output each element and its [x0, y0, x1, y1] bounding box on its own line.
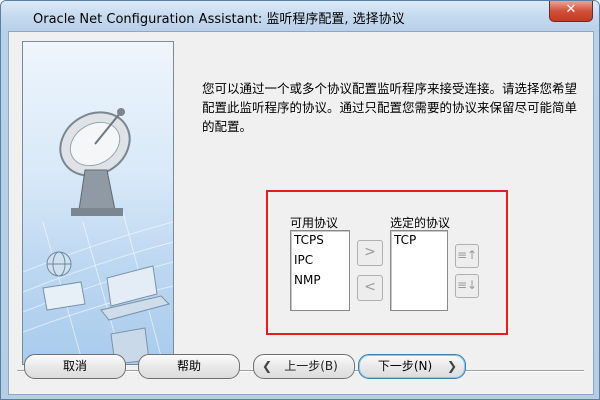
next-button-label: 下一步(N) — [377, 359, 433, 373]
selected-protocols-list[interactable]: TCP — [390, 230, 448, 311]
move-down-button[interactable]: ≡↓ — [455, 274, 479, 298]
back-button[interactable]: ❮ 上一步(B) — [253, 354, 355, 379]
protocol-item-nmp[interactable]: NMP — [294, 273, 321, 287]
chevron-left-icon: ❮ — [262, 359, 273, 373]
chevron-right-icon: ❯ — [446, 359, 457, 373]
add-protocol-button[interactable]: > — [357, 240, 383, 266]
cancel-button[interactable]: 取消 — [24, 354, 126, 379]
laptop-icon — [100, 265, 170, 321]
selected-protocols-label: 选定的协议 — [390, 216, 451, 230]
window-title: Oracle Net Configuration Assistant: 监听程序… — [33, 12, 405, 27]
step-description: 您可以通过一个或多个协议配置监听程序来接受连接。请选择您希望配置此监听程序的协议… — [202, 81, 578, 134]
help-button[interactable]: 帮助 — [138, 354, 240, 379]
move-up-button[interactable]: ≡↑ — [455, 244, 479, 268]
next-button[interactable]: 下一步(N) ❯ — [358, 354, 466, 379]
satellite-dish-illustration — [23, 108, 173, 364]
dialog-content: 您可以通过一个或多个协议配置监听程序来接受连接。请选择您希望配置此监听程序的协议… — [8, 31, 594, 395]
title-bar: Oracle Net Configuration Assistant: 监听程序… — [1, 1, 599, 31]
remove-protocol-button[interactable]: < — [357, 275, 383, 301]
satellite-dish-icon — [59, 108, 131, 216]
back-button-label: 上一步(B) — [284, 359, 338, 373]
protocol-item-tcps[interactable]: TCPS — [294, 233, 324, 247]
available-protocols-list[interactable]: TCPS IPC NMP — [290, 230, 350, 311]
close-button[interactable]: ✕ — [549, 1, 593, 22]
available-protocols-label: 可用协议 — [290, 216, 339, 230]
protocol-item-ipc[interactable]: IPC — [294, 253, 313, 267]
network-globe-icon — [42, 251, 86, 311]
wizard-side-image — [22, 41, 174, 365]
dialog-window: Oracle Net Configuration Assistant: 监听程序… — [0, 0, 600, 400]
protocol-item-tcp[interactable]: TCP — [394, 233, 416, 247]
